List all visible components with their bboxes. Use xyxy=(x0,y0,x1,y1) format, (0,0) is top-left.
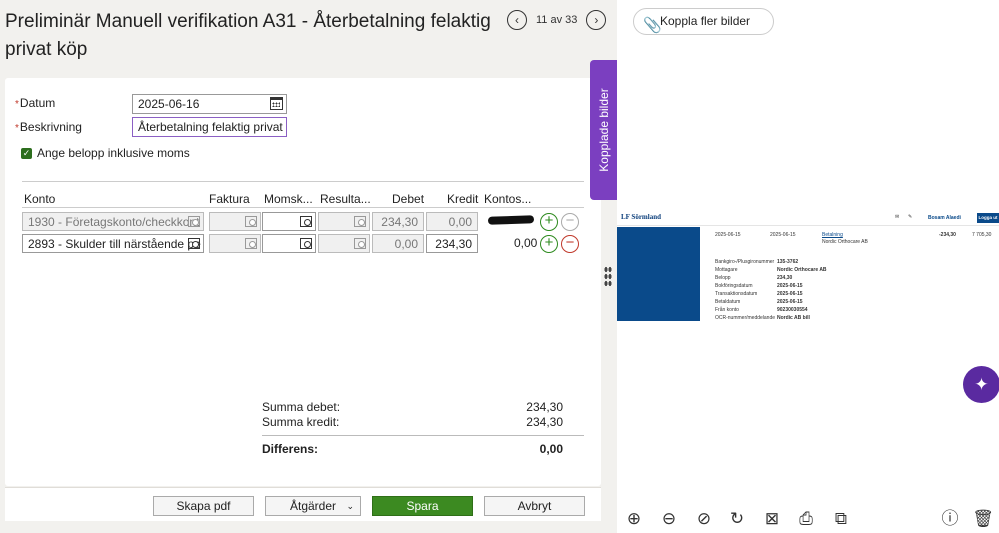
col-header-kontosaldo: Kontos... xyxy=(484,192,532,206)
verification-form: *Datum 2025-06-16 *Beskrivning Återbetal… xyxy=(5,78,601,486)
row-2-vat-code-field[interactable] xyxy=(262,234,316,253)
edit-icon: ✎ xyxy=(908,214,913,220)
print-icon[interactable]: ⎙ xyxy=(795,508,817,530)
lookup-icon xyxy=(188,216,200,227)
paperclip-icon: 📎 xyxy=(643,17,662,34)
chevron-left-icon[interactable]: ‹ xyxy=(507,10,527,30)
action-bar: Skapa pdf Åtgärder ⌄ Spara Avbryt xyxy=(5,487,601,521)
lookup-icon[interactable] xyxy=(188,238,200,249)
user-name: Bosam Alaedi xyxy=(928,215,961,221)
col-header-resultatenhet: Resulta... xyxy=(320,192,371,206)
row-1-vat-code-field[interactable] xyxy=(262,212,316,231)
page-title: Preliminär Manuell verifikation A31 - Åt… xyxy=(5,11,491,60)
row-2-invoice-field xyxy=(209,234,261,253)
detach-image-icon[interactable]: ⊠ xyxy=(761,508,783,530)
row-2-balance: 0,00 xyxy=(514,236,538,250)
col-header-kredit: Kredit xyxy=(447,192,479,206)
remove-row-icon[interactable]: − xyxy=(561,235,579,253)
col-header-faktura: Faktura xyxy=(209,192,250,206)
remove-row-icon: − xyxy=(561,213,579,231)
verification-panel: Preliminär Manuell verifikation A31 - Åt… xyxy=(0,0,618,533)
sum-credit-label: Summa kredit: xyxy=(262,415,340,429)
bank-banner xyxy=(617,227,700,321)
col-header-konto: Konto xyxy=(24,192,56,206)
trash-icon[interactable]: 🗑 xyxy=(972,508,994,530)
row-1-credit-field: 0,00 xyxy=(426,212,478,231)
description-label: *Beskrivning xyxy=(15,120,82,134)
description-field[interactable]: Återbetalning felaktig privat kö xyxy=(132,117,287,137)
lookup-icon[interactable] xyxy=(300,238,312,249)
redacted-balance xyxy=(487,215,535,225)
lookup-icon xyxy=(245,216,257,227)
linked-images-tab[interactable]: Kopplade bilder xyxy=(590,60,618,200)
record-counter: 11 av 33 xyxy=(536,14,578,26)
cancel-button[interactable]: Avbryt xyxy=(484,496,585,516)
drag-handle-icon[interactable] xyxy=(604,266,612,286)
sum-debit-value: 234,30 xyxy=(526,400,563,414)
date-field[interactable]: 2025-06-16 xyxy=(132,94,287,114)
zoom-in-icon[interactable]: ⊕ xyxy=(623,508,645,530)
divider xyxy=(22,207,584,208)
row-2-credit-field[interactable]: 234,30 xyxy=(426,234,478,253)
add-row-icon[interactable]: + xyxy=(540,235,558,253)
calendar-icon[interactable] xyxy=(270,97,283,110)
chevron-down-icon: ⌄ xyxy=(346,501,354,511)
date-label: *Datum xyxy=(15,96,56,110)
difference-value: 0,00 xyxy=(539,442,563,456)
sum-credit-value: 234,30 xyxy=(526,415,563,429)
info-icon[interactable]: ⓘ xyxy=(939,508,961,530)
actions-dropdown[interactable]: Åtgärder ⌄ xyxy=(265,496,361,516)
row-2-account-field[interactable]: 2893 - Skulder till närstående pe xyxy=(22,234,204,253)
ai-sparkle-icon[interactable]: ✦ xyxy=(963,366,999,403)
row-1-invoice-field xyxy=(209,212,261,231)
row-1-debit-field: 234,30 xyxy=(372,212,424,231)
lookup-icon xyxy=(245,238,257,249)
lookup-icon[interactable] xyxy=(300,216,312,227)
save-button[interactable]: Spara xyxy=(372,496,473,516)
mail-icon: ✉ xyxy=(895,214,900,220)
sum-debit-label: Summa debet: xyxy=(262,400,341,414)
logout-button: Logga ut xyxy=(977,213,999,223)
divider xyxy=(22,181,584,182)
zoom-out-icon[interactable]: ⊖ xyxy=(658,508,680,530)
rotate-icon[interactable]: ↻ xyxy=(726,508,748,530)
vat-inclusive-checkbox[interactable]: ✓ xyxy=(21,148,32,159)
row-2-result-unit-field xyxy=(318,234,370,253)
image-viewer-panel: 📎 Koppla fler bilder LF Sörmland ✉ ✎ Bos… xyxy=(617,0,999,533)
record-navigation: ‹ 11 av 33 › xyxy=(507,10,607,30)
row-1-account-field: 1930 - Företagskonto/checkkont xyxy=(22,212,204,231)
chevron-right-icon[interactable]: › xyxy=(586,10,607,30)
attach-images-button[interactable]: 📎 Koppla fler bilder xyxy=(633,8,774,35)
bank-logo: LF Sörmland xyxy=(621,213,661,221)
col-header-momskod: Momsk... xyxy=(264,192,313,206)
lookup-icon xyxy=(354,238,366,249)
zoom-reset-icon[interactable]: ⊘ xyxy=(693,508,715,530)
row-1-result-unit-field xyxy=(318,212,370,231)
lookup-icon xyxy=(354,216,366,227)
attached-image: LF Sörmland ✉ ✎ Bosam Alaedi Logga ut 20… xyxy=(617,209,999,337)
open-external-icon[interactable]: ⧉ xyxy=(830,508,852,530)
add-row-icon[interactable]: + xyxy=(540,213,558,231)
divider xyxy=(262,435,584,436)
image-toolbar: ⊕ ⊖ ⊘ ↻ ⊠ ⎙ ⧉ ⓘ 🗑 xyxy=(617,500,999,533)
col-header-debet: Debet xyxy=(392,192,425,206)
create-pdf-button[interactable]: Skapa pdf xyxy=(153,496,254,516)
difference-label: Differens: xyxy=(262,442,319,456)
row-2-debit-field: 0,00 xyxy=(372,234,424,253)
vat-inclusive-label: Ange belopp inklusive moms xyxy=(37,146,190,160)
